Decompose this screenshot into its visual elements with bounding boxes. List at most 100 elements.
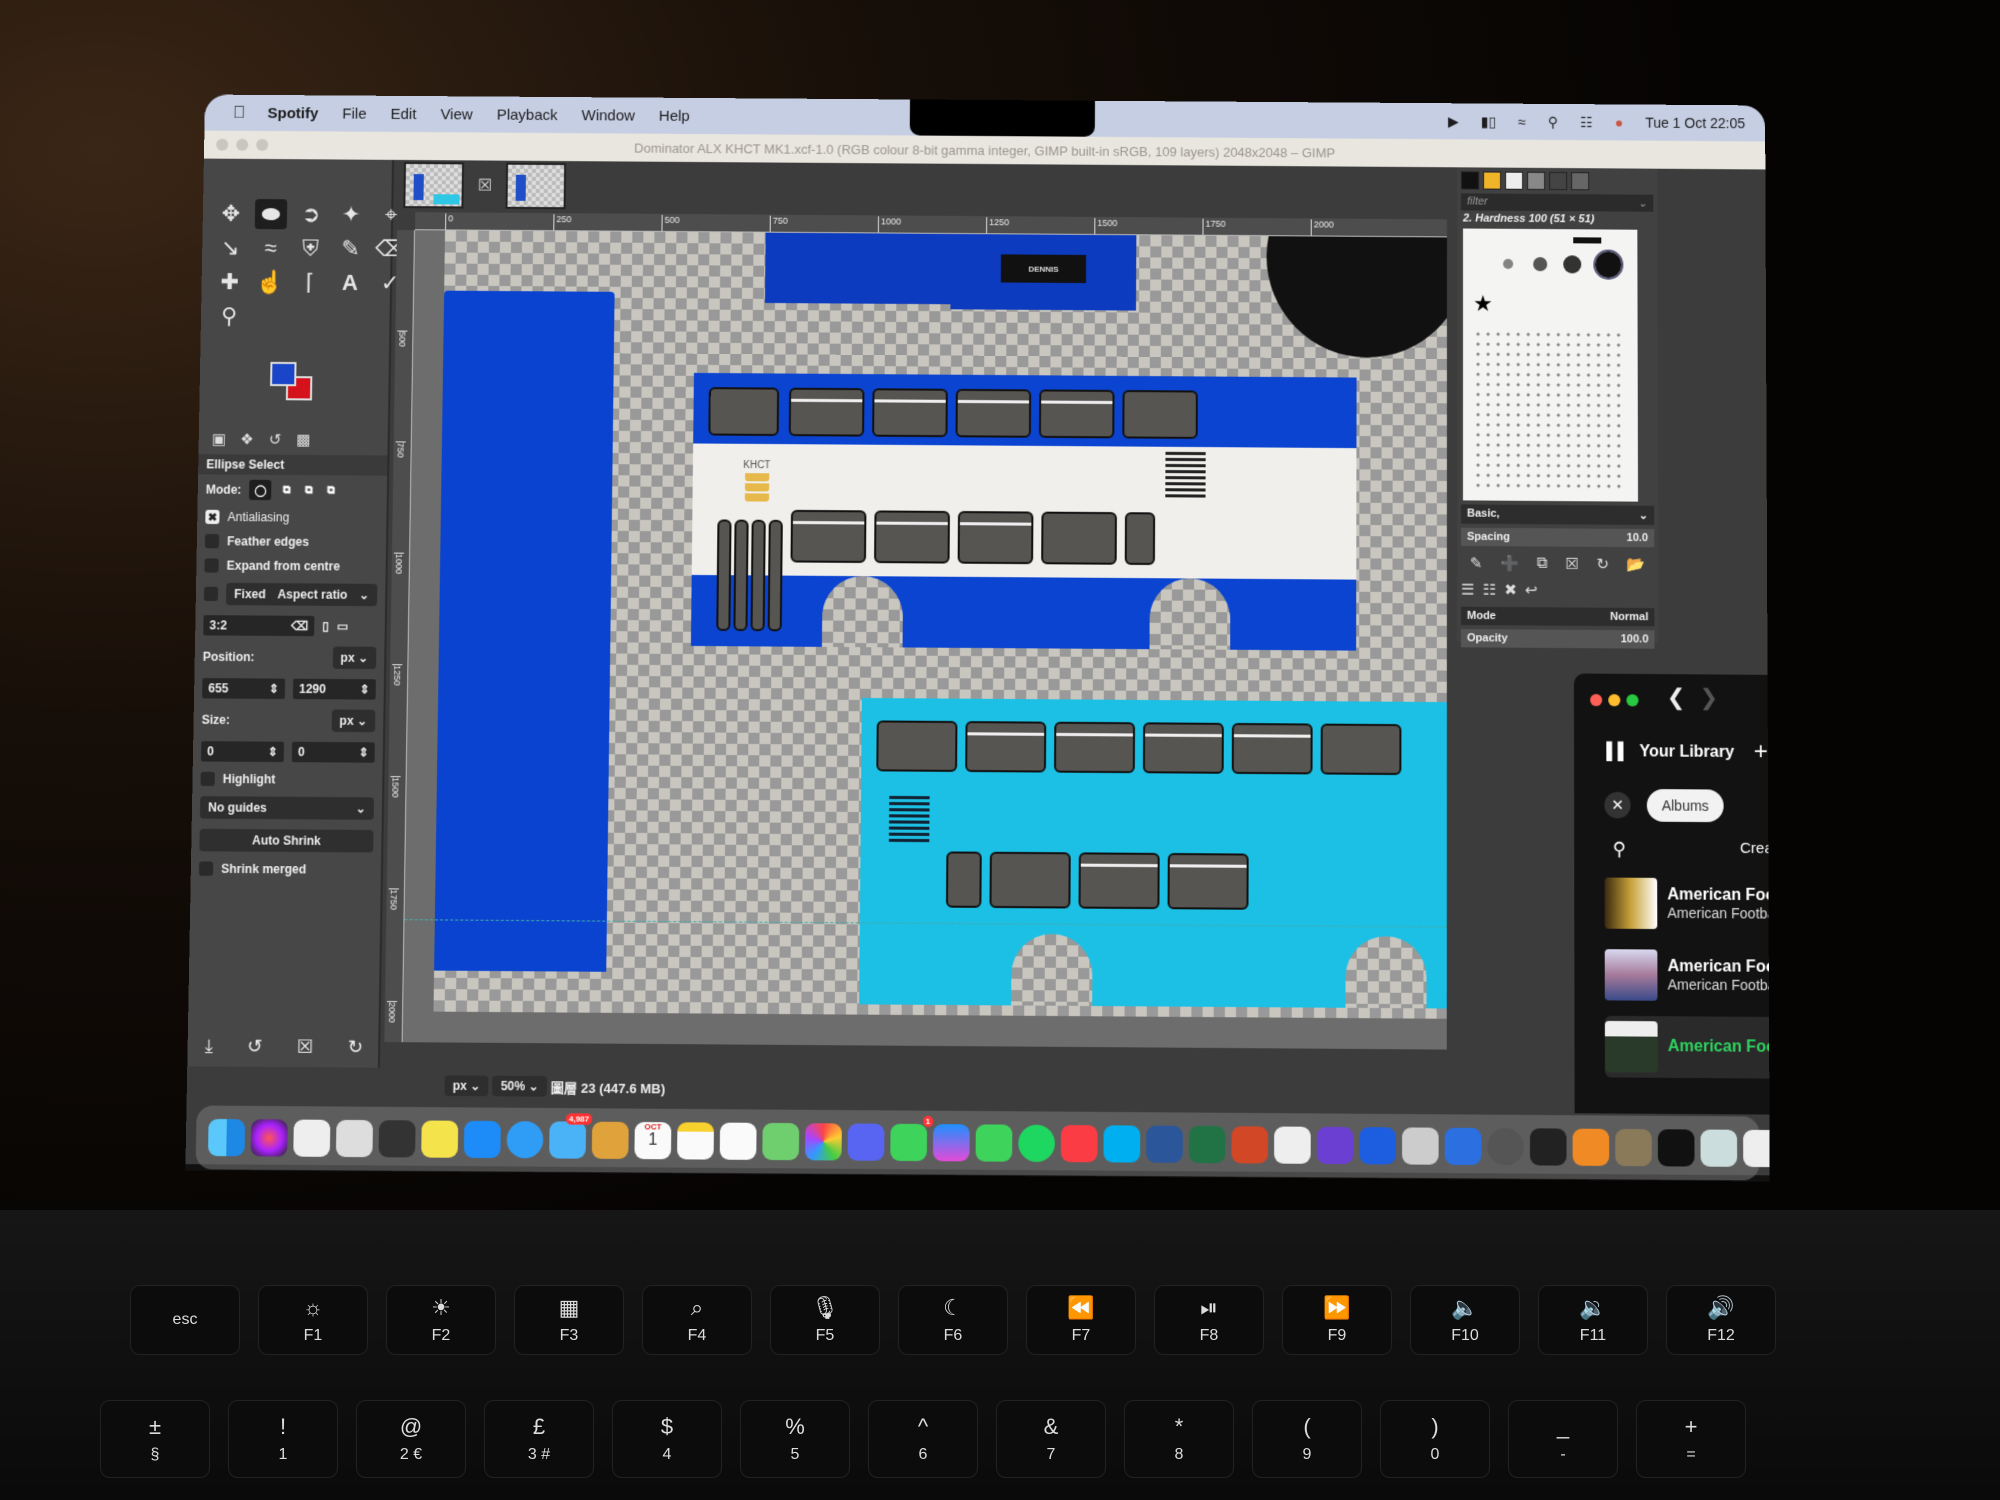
key-esc[interactable]: esc bbox=[130, 1285, 240, 1355]
key-f2[interactable]: ☀ F2 bbox=[386, 1285, 496, 1355]
dock-word[interactable] bbox=[1146, 1125, 1183, 1163]
mode-intersect-icon[interactable]: ⧉ bbox=[324, 483, 338, 497]
restore-options-icon[interactable]: ↺ bbox=[247, 1035, 263, 1057]
brush-item-selected[interactable] bbox=[1593, 249, 1624, 280]
open-brush-icon[interactable]: 📂 bbox=[1627, 555, 1646, 573]
dock-activity-monitor[interactable] bbox=[1529, 1128, 1567, 1166]
key-7[interactable]: & 7 bbox=[996, 1400, 1106, 1478]
dock-excel[interactable] bbox=[1188, 1125, 1226, 1164]
dock-gimp[interactable] bbox=[1615, 1128, 1652, 1167]
refresh-brushes-icon[interactable]: ↻ bbox=[1596, 555, 1609, 573]
unit-dropdown[interactable]: px ⌄ bbox=[444, 1075, 489, 1097]
reset-options-icon[interactable]: ↻ bbox=[348, 1036, 364, 1058]
forward-arrow-icon[interactable]: ❯ bbox=[1699, 685, 1718, 711]
dock-mail[interactable]: 4,987 bbox=[549, 1113, 593, 1159]
menu-help[interactable]: Help bbox=[659, 107, 690, 124]
size-w-input[interactable]: 0 ⇕ bbox=[200, 741, 285, 763]
key-3[interactable]: £3 # bbox=[484, 1400, 594, 1478]
fuzzy-select-icon[interactable]: ✦ bbox=[335, 200, 368, 230]
image-tab-1[interactable] bbox=[403, 161, 465, 209]
key-2[interactable]: @2 € bbox=[356, 1400, 466, 1478]
shrink-merged-checkbox[interactable] bbox=[198, 861, 214, 876]
key-f5[interactable]: 🎙 F5 bbox=[770, 1285, 880, 1355]
dock-reminders[interactable] bbox=[719, 1122, 757, 1160]
bucket-fill-icon[interactable]: ⛨ bbox=[294, 233, 327, 263]
paths-tab-icon[interactable]: ✖ bbox=[1504, 581, 1517, 599]
albums-filter-chip[interactable]: Albums bbox=[1646, 789, 1724, 823]
brush-filter-input[interactable]: filter ⌄ bbox=[1461, 193, 1654, 212]
spinner-icon[interactable]: ⇕ bbox=[358, 745, 368, 759]
delete-options-icon[interactable]: ☒ bbox=[297, 1036, 314, 1058]
position-unit-dropdown[interactable]: px ⌄ bbox=[332, 646, 377, 670]
fonts-tab-icon[interactable] bbox=[1505, 171, 1524, 190]
key-f7[interactable]: ⏪ F7 bbox=[1026, 1285, 1136, 1355]
key-4[interactable]: $4 bbox=[612, 1400, 722, 1478]
dock-final-cut-pro[interactable] bbox=[1402, 1127, 1439, 1165]
key-equals[interactable]: + = bbox=[1636, 1400, 1746, 1478]
images-tab-icon[interactable]: ▩ bbox=[291, 431, 315, 451]
foreground-color-swatch[interactable] bbox=[270, 361, 297, 387]
key-f10[interactable]: 🔈 F10 bbox=[1410, 1285, 1520, 1355]
menu-file[interactable]: File bbox=[342, 105, 366, 122]
undo-history-tab-icon[interactable]: ↺ bbox=[263, 430, 287, 450]
dock-pages[interactable] bbox=[1572, 1128, 1610, 1166]
key-minus[interactable]: _ - bbox=[1508, 1400, 1618, 1478]
clear-filter-button[interactable]: ✕ bbox=[1604, 791, 1631, 819]
warp-icon[interactable]: ≈ bbox=[254, 233, 287, 263]
spinner-icon[interactable]: ⇕ bbox=[268, 745, 278, 759]
antialiasing-checkbox[interactable]: ✖ bbox=[205, 509, 220, 525]
channels-tab-icon[interactable]: ☷ bbox=[1483, 581, 1497, 599]
key-5[interactable]: % 5 bbox=[740, 1400, 850, 1478]
spacing-slider[interactable]: Spacing 10.0 bbox=[1460, 527, 1655, 548]
smudge-icon[interactable]: ☝ bbox=[254, 267, 287, 297]
layers-tab-icon[interactable]: ☰ bbox=[1461, 580, 1475, 598]
spotify-close-button[interactable] bbox=[1590, 693, 1603, 707]
key-8[interactable]: * 8 bbox=[1124, 1400, 1234, 1478]
image-canvas[interactable]: DENNIS KHCT bbox=[402, 230, 1447, 1050]
fixed-mode-dropdown[interactable]: Fixed Aspect ratio ⌄ bbox=[225, 582, 378, 607]
fg-bg-colors[interactable] bbox=[270, 361, 331, 413]
key-f8[interactable]: ⏯ F8 bbox=[1154, 1285, 1264, 1355]
paths-icon[interactable]: ⌈ bbox=[294, 267, 327, 297]
feather-edges-checkbox[interactable] bbox=[204, 534, 220, 549]
brush-item[interactable] bbox=[1563, 255, 1582, 274]
patterns-tab-icon[interactable] bbox=[1483, 171, 1502, 190]
key-f12[interactable]: 🔊 F12 bbox=[1666, 1285, 1776, 1355]
dock-spotify[interactable] bbox=[1018, 1124, 1055, 1163]
free-select-icon[interactable]: ➲ bbox=[295, 199, 328, 229]
library-search-icon[interactable]: ⚲ bbox=[1613, 839, 1626, 861]
expand-from-centre-checkbox[interactable] bbox=[204, 558, 219, 573]
dock-finder[interactable] bbox=[207, 1118, 246, 1157]
menu-window[interactable]: Window bbox=[581, 107, 635, 124]
size-unit-dropdown[interactable]: px ⌄ bbox=[331, 709, 376, 733]
size-h-input[interactable]: 0 ⇕ bbox=[291, 741, 375, 763]
dock-music[interactable] bbox=[1060, 1124, 1098, 1163]
control-center-icon[interactable]: ☷ bbox=[1580, 114, 1593, 131]
move-icon[interactable]: ✥ bbox=[215, 199, 248, 229]
library-item-playing[interactable]: American Football bbox=[1604, 1015, 1770, 1079]
guides-dropdown[interactable]: No guides ⌄ bbox=[199, 796, 375, 820]
dock-sky-go[interactable] bbox=[1444, 1127, 1482, 1166]
highlight-checkbox[interactable] bbox=[200, 771, 215, 787]
mode-subtract-icon[interactable]: ⧉ bbox=[302, 483, 316, 497]
dock-stickies[interactable] bbox=[421, 1120, 459, 1158]
dock-messages[interactable]: 1 bbox=[890, 1115, 934, 1162]
dock-facetime[interactable] bbox=[975, 1124, 1013, 1162]
document-history-tab-icon[interactable] bbox=[1527, 171, 1546, 190]
clock[interactable]: Tue 1 Oct 22:05 bbox=[1645, 115, 1745, 132]
back-arrow-icon[interactable]: ❮ bbox=[1667, 684, 1686, 710]
spinner-icon[interactable]: ⇕ bbox=[269, 682, 279, 696]
fixed-checkbox[interactable] bbox=[203, 586, 219, 602]
apple-menu-icon[interactable]:  bbox=[233, 103, 246, 123]
portrait-icon[interactable]: ▯ bbox=[322, 619, 329, 633]
dock-powerpoint[interactable] bbox=[1231, 1126, 1269, 1164]
new-brush-icon[interactable]: ➕ bbox=[1500, 554, 1519, 572]
create-playlist-icon[interactable]: + bbox=[1754, 738, 1768, 767]
paintbrush-icon[interactable]: ✎ bbox=[334, 234, 367, 264]
library-item[interactable]: American Football (LP3American Football bbox=[1604, 944, 1770, 1007]
spotlight-search-icon[interactable]: ⚲ bbox=[1548, 113, 1558, 130]
align-icon[interactable]: ↘ bbox=[214, 233, 247, 263]
menu-view[interactable]: View bbox=[440, 106, 473, 123]
menu-edit[interactable]: Edit bbox=[390, 105, 416, 122]
device-status-tab-icon[interactable]: ❖ bbox=[235, 430, 259, 450]
